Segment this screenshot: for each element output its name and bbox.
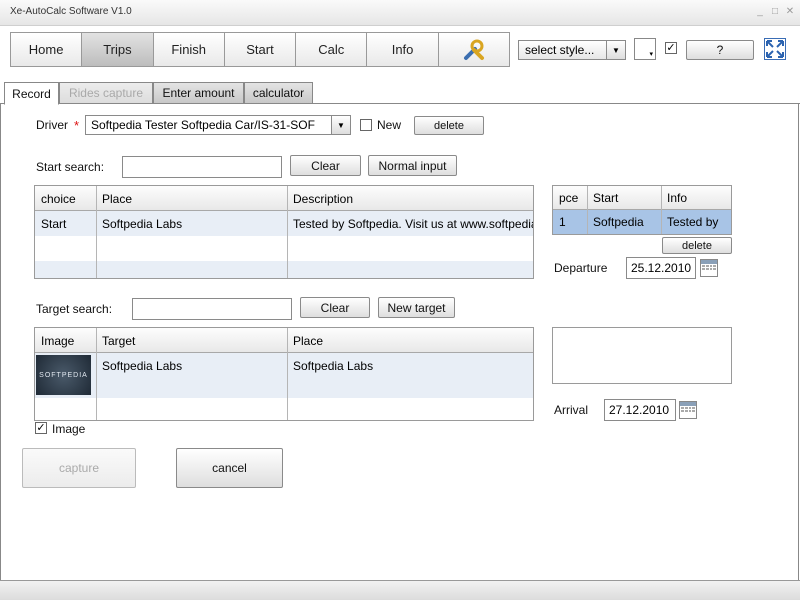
target-clear-button[interactable]: Clear [300,297,370,318]
driver-label: Driver [36,118,68,132]
expand-icon [766,40,784,58]
target-places-table: Image Target Place SOFTPEDIA Softpedia L… [34,327,534,421]
capture-button[interactable]: capture [22,448,136,488]
nav-calc[interactable]: Calc [296,33,368,66]
normal-input-button[interactable]: Normal input [368,155,457,176]
column-divider [587,186,588,234]
header-image[interactable]: Image [35,328,96,353]
content-right-border [798,104,799,580]
maximize-icon[interactable]: □ [769,6,781,18]
window-layout-button[interactable]: ▾ [634,38,656,60]
cancel-button[interactable]: cancel [176,448,283,488]
start-clear-button[interactable]: Clear [290,155,361,176]
new-driver-checkbox[interactable] [360,119,372,131]
driver-select[interactable]: Softpedia Tester Softpedia Car/IS-31-SOF… [85,115,351,135]
tab-enter-amount[interactable]: Enter amount [153,82,244,104]
target-search-input[interactable] [132,298,292,320]
header-start[interactable]: Start [587,186,661,210]
start-search-input[interactable] [122,156,282,178]
dropdown-small-icon: ▾ [649,51,653,58]
start-search-label: Start search: [36,160,105,174]
new-driver-label: New [377,118,402,132]
column-divider [287,186,288,278]
nav-info[interactable]: Info [367,33,439,66]
minimize-icon[interactable]: _ [754,6,766,18]
header-pce[interactable]: pce [553,186,587,210]
cell-description: Tested by Softpedia. Visit us at www.sof… [293,216,533,231]
wrench-icon [463,39,484,60]
departure-label: Departure [554,261,608,275]
settings-wrench-button[interactable] [439,33,509,66]
nav-home[interactable]: Home [11,33,83,66]
status-bar [0,580,800,600]
content-left-border [0,104,1,580]
new-target-button[interactable]: New target [378,297,455,318]
style-select-value: select style... [525,43,595,57]
target-search-label: Target search: [36,302,113,316]
delete-driver-button[interactable]: delete [414,116,484,135]
header-description[interactable]: Description [287,186,533,211]
style-select[interactable]: select style... ▼ [518,40,626,60]
start-places-table: choice Place Description Start Softpedia… [34,185,534,279]
delete-stop-button[interactable]: delete [662,237,732,254]
cell-place: Softpedia Labs [102,216,183,231]
column-divider [96,186,97,278]
arrival-date-input[interactable]: 27.12.2010 [604,399,676,421]
arrival-calendar-icon[interactable] [679,401,697,419]
header-place[interactable]: Place [96,186,287,211]
chevron-down-icon: ▼ [331,116,350,134]
tab-calculator[interactable]: calculator [244,82,313,104]
chevron-down-icon: ▼ [606,41,625,59]
driver-select-value: Softpedia Tester Softpedia Car/IS-31-SOF [91,118,315,132]
toolbar-checkbox[interactable]: ✓ [665,42,677,54]
header-choice[interactable]: choice [35,186,96,211]
column-divider [287,328,288,420]
table-row-empty [35,261,533,278]
departure-calendar-icon[interactable] [700,259,718,277]
fullscreen-button[interactable] [764,38,786,60]
main-nav: Home Trips Finish Start Calc Info [10,32,510,67]
tab-rides-capture[interactable]: Rides capture [59,82,153,104]
image-checkbox[interactable]: ✓ [35,422,47,434]
window-title: Xe-AutoCalc Software V1.0 [10,6,132,17]
cell-start: Softpedia [593,215,644,229]
cell-pce: 1 [559,215,566,229]
required-mark: * [74,118,80,133]
target-info-box [552,327,732,384]
nav-trips[interactable]: Trips [82,33,154,66]
nav-finish[interactable]: Finish [154,33,225,66]
target-thumbnail-image: SOFTPEDIA [36,355,91,395]
header-target[interactable]: Target [96,328,287,353]
cell-place: Softpedia Labs [293,358,374,373]
header-info[interactable]: Info [661,186,731,210]
departure-date-input[interactable]: 25.12.2010 [626,257,696,279]
help-button[interactable]: ? [686,40,754,60]
arrival-label: Arrival [554,403,589,417]
image-checkbox-label: Image [52,422,86,436]
column-divider [661,186,662,234]
pce-table: pce Start Info 1 Softpedia Tested by [552,185,732,235]
header-place[interactable]: Place [287,328,533,353]
nav-start[interactable]: Start [225,33,297,66]
cell-target: Softpedia Labs [102,358,183,373]
cell-choice: Start [41,216,67,231]
tab-record[interactable]: Record [4,82,59,105]
close-icon[interactable]: ✕ [784,6,796,18]
cell-info: Tested by [667,215,719,229]
column-divider [96,328,97,420]
